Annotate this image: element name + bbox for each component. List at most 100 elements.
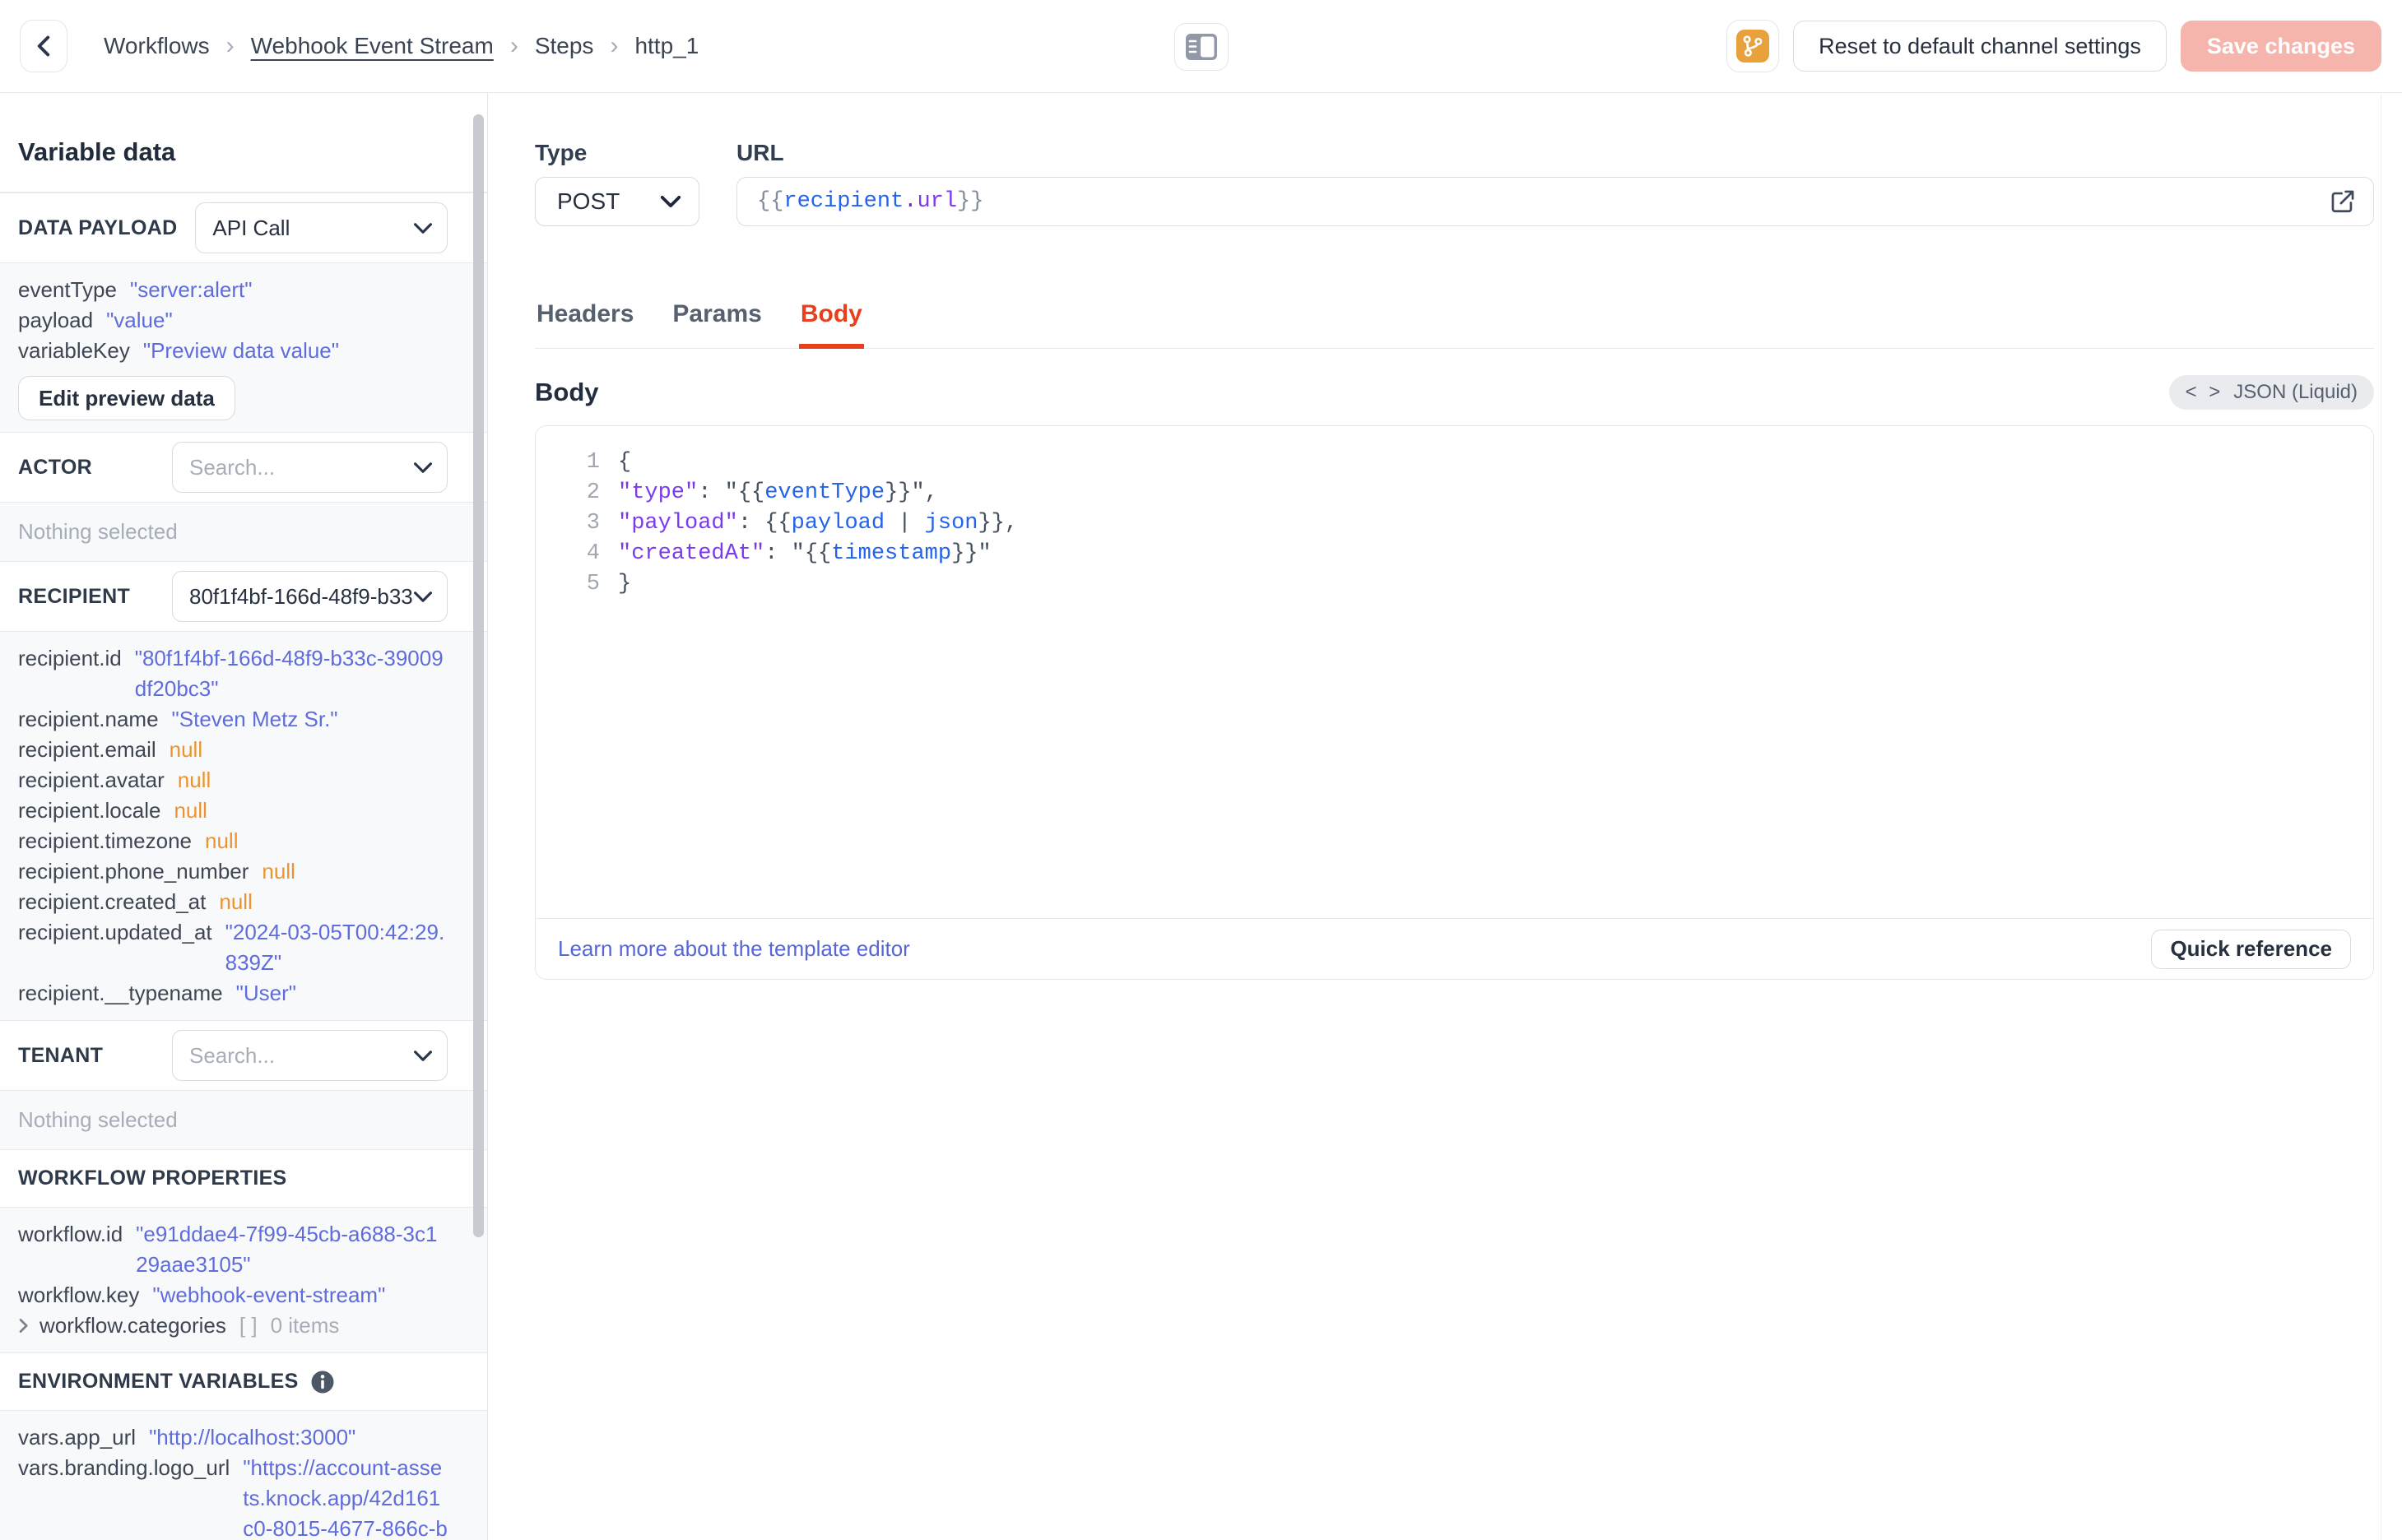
token: }}"	[951, 541, 992, 566]
back-button[interactable]	[20, 20, 67, 72]
main-scroll-gutter[interactable]	[2381, 94, 2402, 1540]
method-select[interactable]: POST	[535, 177, 699, 226]
actor-search-select[interactable]: Search...	[172, 442, 448, 493]
step-editor-main: Type POST URL {{recipient.url}} Headers …	[488, 93, 2402, 1540]
code-text: "createdAt": "{{timestamp}}"	[618, 539, 992, 569]
variable-row: recipient.timezone null	[18, 826, 448, 856]
tab-headers[interactable]: Headers	[535, 300, 635, 348]
token: }}	[978, 511, 1005, 536]
variable-value: "e91ddae4-7f99-45cb-a688-3c129aae3105"	[136, 1222, 438, 1277]
breadcrumb-item-steps[interactable]: Steps	[535, 33, 594, 59]
variable-value: null	[177, 768, 211, 792]
language-badge[interactable]: < > JSON (Liquid)	[2168, 375, 2374, 410]
breadcrumb-item-webhook-event-stream[interactable]: Webhook Event Stream	[251, 33, 494, 59]
toggle-sidebar-button[interactable]	[1173, 23, 1229, 71]
token: {{	[757, 189, 784, 214]
token: {{	[764, 511, 792, 536]
variable-row: recipient.__typename "User"	[18, 978, 448, 1009]
variable-value: null	[169, 737, 203, 762]
commit-button[interactable]	[1726, 20, 1780, 72]
type-label: Type	[535, 140, 588, 165]
line-number: 4	[586, 541, 600, 566]
recipient-select[interactable]: 80f1f4bf-166d-48f9-b33c	[172, 571, 448, 622]
token: eventType	[764, 480, 885, 505]
info-icon[interactable]	[310, 1370, 335, 1394]
sidebar-title: Variable data	[18, 137, 176, 166]
variable-row: workflow.key "webhook-event-stream"	[18, 1280, 448, 1310]
reset-channel-settings-button[interactable]: Reset to default channel settings	[1793, 21, 2167, 72]
chevron-right-icon[interactable]	[18, 1310, 30, 1341]
token: "createdAt"	[618, 541, 765, 566]
variable-value: null	[205, 828, 239, 853]
save-changes-button[interactable]: Save changes	[2180, 21, 2381, 72]
breadcrumb-item-workflows[interactable]: Workflows	[104, 33, 210, 59]
data-payload-preview: eventType "server:alert" payload "value" var…	[0, 262, 487, 432]
tenant-row: TENANT Search...	[0, 1020, 487, 1090]
quick-reference-button[interactable]: Quick reference	[2151, 929, 2351, 969]
variable-key: recipient.created_at	[18, 889, 207, 914]
tab-body[interactable]: Body	[798, 300, 864, 349]
variable-key: vars.app_url	[18, 1425, 137, 1450]
data-payload-select[interactable]: API Call	[195, 202, 448, 253]
variable-value: "https://account-assets.knock.app/42d161…	[243, 1455, 448, 1540]
line-number: 5	[586, 572, 600, 596]
chevron-down-icon	[414, 222, 432, 234]
token: |	[885, 511, 925, 536]
sidebar-scrollbar[interactable]	[473, 114, 484, 1237]
variable-value: null	[219, 889, 253, 914]
token: payload	[791, 511, 885, 536]
token: .	[904, 189, 918, 214]
variable-key: workflow.id	[18, 1222, 123, 1246]
token: {	[618, 450, 632, 475]
recipient-row: RECIPIENT 80f1f4bf-166d-48f9-b33c	[0, 561, 487, 631]
environment-variables-label: ENVIRONMENT VARIABLES	[18, 1370, 299, 1393]
code-line: 5}	[554, 569, 2357, 600]
topbar-actions: Reset to default channel settings Save c…	[1726, 20, 2381, 72]
token: ,	[1004, 511, 1019, 536]
line-number: 1	[586, 450, 600, 475]
workflow-properties-label: WORKFLOW PROPERTIES	[18, 1167, 287, 1190]
breadcrumb-item-http-1[interactable]: http_1	[634, 33, 699, 59]
variable-row: variableKey "Preview data value"	[18, 336, 448, 366]
template-editor-docs-link[interactable]: Learn more about the template editor	[558, 936, 910, 962]
code-text: }	[618, 569, 631, 600]
tenant-search-placeholder: Search...	[189, 1042, 276, 1068]
workflow-properties-header: WORKFLOW PROPERTIES	[0, 1149, 487, 1207]
variable-key: variableKey	[18, 338, 130, 363]
chevron-down-icon	[414, 1050, 432, 1061]
url-label: URL	[736, 140, 784, 165]
recipient-label: RECIPIENT	[18, 584, 131, 608]
variable-row: recipient.phone_number null	[18, 856, 448, 887]
token: :	[764, 541, 792, 566]
chevron-down-icon	[414, 462, 432, 473]
variable-value: [ ]	[239, 1313, 258, 1338]
environment-variables-header: ENVIRONMENT VARIABLES	[0, 1352, 487, 1410]
token: ,	[924, 480, 938, 505]
breadcrumb-separator: ›	[509, 32, 518, 59]
variable-row: eventType "server:alert"	[18, 275, 448, 305]
tenant-search-select[interactable]: Search...	[172, 1030, 448, 1081]
tab-params[interactable]: Params	[671, 300, 763, 348]
code-line: 1{	[554, 448, 2357, 478]
token: "{{	[791, 541, 832, 566]
token: "payload"	[618, 511, 738, 536]
code-text: "payload": {{payload | json}},	[618, 508, 1018, 539]
variable-row: recipient.id "80f1f4bf-166d-48f9-b33c-390…	[18, 643, 448, 704]
variable-key: eventType	[18, 277, 117, 302]
breadcrumb: Workflows › Webhook Event Stream › Steps › htt…	[104, 32, 699, 60]
breadcrumb-separator: ›	[225, 32, 235, 59]
edit-preview-data-button[interactable]: Edit preview data	[18, 376, 235, 420]
code-text: "type": "{{eventType}}",	[618, 478, 938, 508]
url-input[interactable]: {{recipient.url}}	[736, 177, 2374, 226]
code-editor[interactable]: 1{2 "type": "{{eventType}}", 3 "payload": {…	[536, 426, 2373, 918]
actor-empty-state: Nothing selected	[0, 502, 487, 561]
editor-footer: Learn more about the template editor Qui…	[536, 918, 2373, 979]
token: :	[698, 480, 725, 505]
external-link-icon[interactable]	[2329, 188, 2357, 216]
variable-row: recipient.name "Steven Metz Sr."	[18, 704, 448, 735]
variable-value: "2024-03-05T00:42:29.839Z"	[225, 920, 445, 975]
data-payload-selected-value: API Call	[212, 215, 290, 240]
variable-key: payload	[18, 308, 94, 332]
variable-key: recipient.phone_number	[18, 859, 249, 884]
variable-row: recipient.avatar null	[18, 765, 448, 796]
